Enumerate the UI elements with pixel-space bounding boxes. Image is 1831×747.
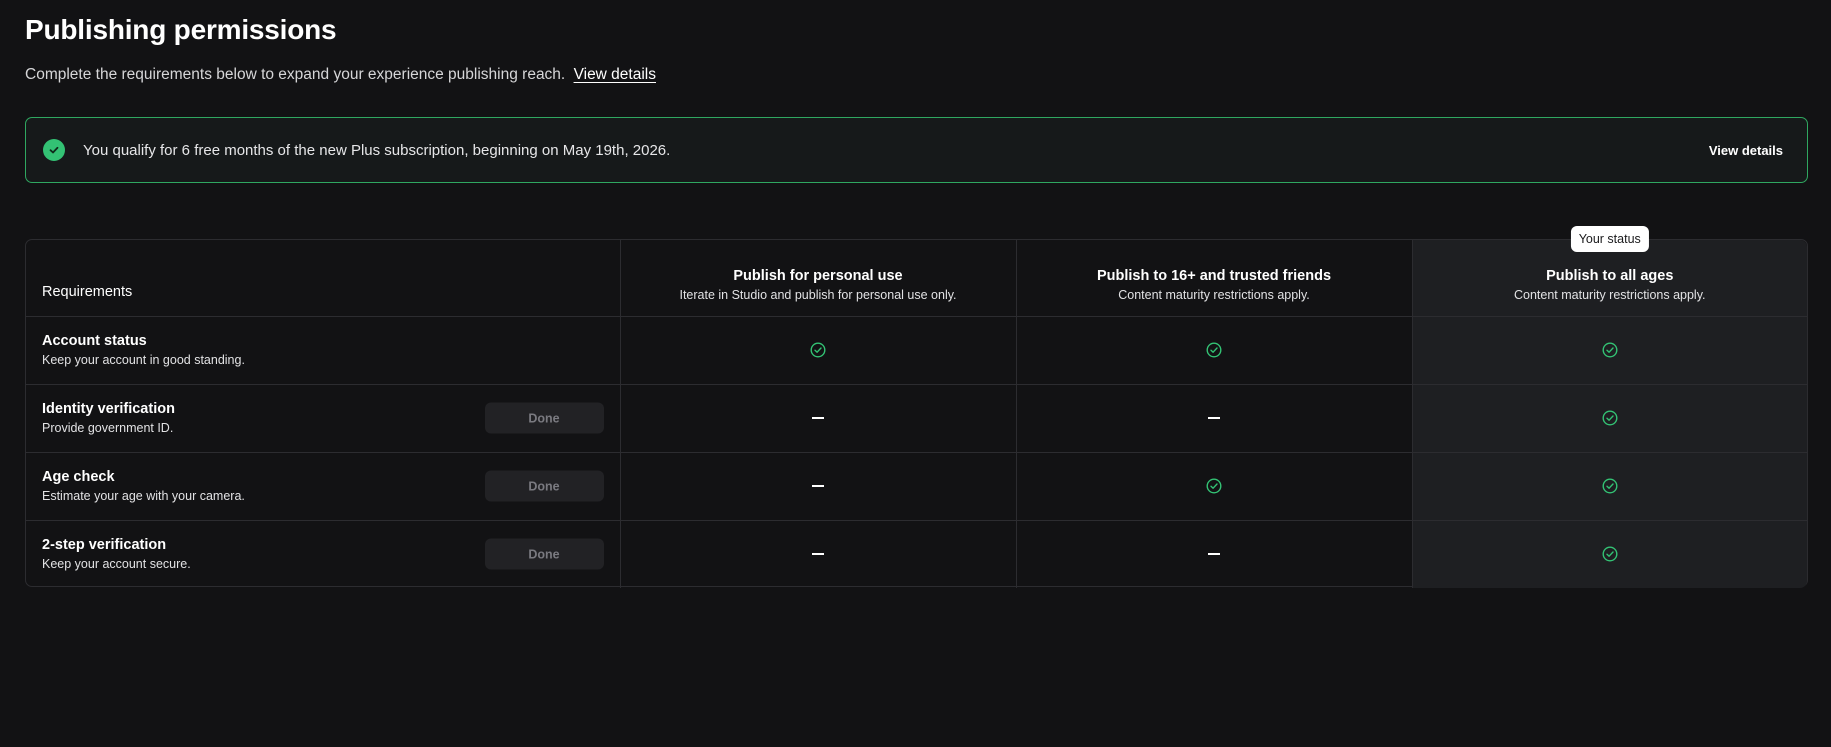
- permission-status-cell: [620, 520, 1017, 588]
- permission-status-cell: [620, 452, 1017, 521]
- check-icon: [810, 342, 826, 358]
- permission-status-cell: [1412, 384, 1807, 453]
- plus-subscription-banner: You qualify for 6 free months of the new…: [25, 117, 1808, 183]
- permission-status-cell: [1412, 520, 1807, 588]
- table-header-row: Requirements Publish for personal use It…: [26, 226, 1807, 317]
- column-title: Publish for personal use: [733, 267, 903, 284]
- requirements-header: Requirements: [26, 240, 621, 317]
- dash-icon: [1208, 416, 1220, 419]
- check-icon: [1602, 546, 1618, 562]
- done-button[interactable]: Done: [484, 402, 604, 434]
- column-title: Publish to all ages: [1546, 267, 1674, 284]
- page-title: Publishing permissions: [25, 14, 337, 45]
- check-icon: [1206, 478, 1222, 494]
- check-icon: [1602, 478, 1618, 494]
- subtitle-text: Complete the requirements below to expan…: [25, 66, 566, 83]
- column-header-16plus: Publish to 16+ and trusted friends Conte…: [1016, 240, 1413, 317]
- dash-icon: [1208, 553, 1220, 556]
- done-button[interactable]: Done: [484, 470, 604, 502]
- permission-status-cell: [1016, 452, 1413, 521]
- publishing-permissions-page: Publishing permissions Complete the requ…: [0, 0, 1831, 747]
- permission-status-cell: [620, 316, 1017, 385]
- requirement-title: Account status: [42, 333, 147, 349]
- done-button[interactable]: Done: [484, 538, 604, 570]
- permissions-table: Requirements Publish for personal use It…: [25, 226, 1808, 588]
- view-details-link[interactable]: View details: [574, 66, 656, 83]
- success-check-icon: [43, 139, 65, 161]
- banner-view-details-button[interactable]: View details: [1709, 143, 1783, 158]
- column-description: Content maturity restrictions apply.: [1118, 287, 1310, 302]
- banner-message: You qualify for 6 free months of the new…: [83, 141, 671, 159]
- permission-status-cell: [620, 384, 1017, 453]
- check-icon: [1206, 342, 1222, 358]
- column-title: Publish to 16+ and trusted friends: [1096, 267, 1332, 284]
- column-header-personal: Publish for personal use Iterate in Stud…: [620, 240, 1017, 317]
- dash-icon: [812, 484, 824, 487]
- page-subtitle: Complete the requirements below to expan…: [25, 66, 656, 84]
- permission-status-cell: [1016, 316, 1413, 385]
- permission-status-cell: [1016, 520, 1413, 588]
- dash-icon: [812, 416, 824, 419]
- table-row: Identity verification Provide government …: [26, 384, 1807, 453]
- table-row: 2-step verification Keep your account sec…: [26, 520, 1807, 588]
- column-description: Content maturity restrictions apply.: [1513, 287, 1706, 302]
- requirement-cell: 2-step verification Keep your account sec…: [26, 520, 621, 588]
- permission-status-cell: [1412, 316, 1807, 385]
- requirement-cell: Identity verification Provide government …: [26, 384, 621, 453]
- requirement-cell: Account status Keep your account in good …: [26, 316, 621, 385]
- table-row: Age check Estimate your age with your cam…: [26, 452, 1807, 521]
- permission-status-cell: [1412, 452, 1807, 521]
- dash-icon: [812, 553, 824, 556]
- requirement-cell: Age check Estimate your age with your cam…: [26, 452, 621, 521]
- your-status-badge: Your status: [1570, 226, 1649, 252]
- column-description: Iterate in Studio and publish for person…: [679, 287, 957, 302]
- column-header-all-ages: Your status Publish to all ages Content …: [1412, 226, 1807, 317]
- requirement-description: Keep your account in good standing.: [42, 353, 245, 367]
- check-icon: [1602, 342, 1618, 358]
- check-icon: [1602, 410, 1618, 426]
- permission-status-cell: [1016, 384, 1413, 453]
- table-row: Account status Keep your account in good …: [26, 316, 1807, 385]
